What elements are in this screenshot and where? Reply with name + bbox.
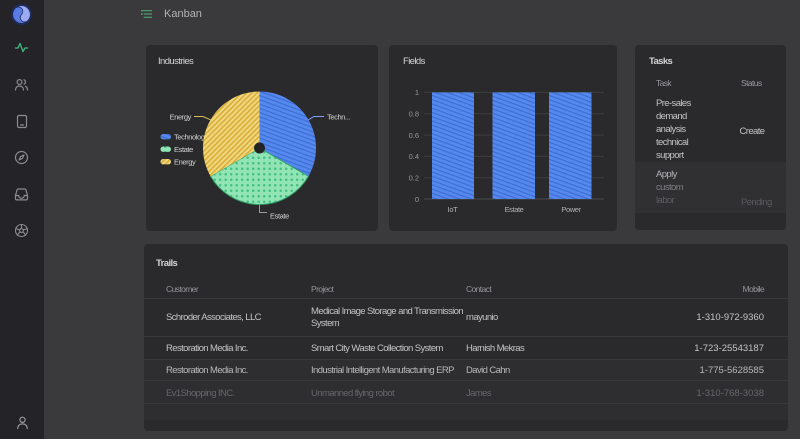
- svg-text:Estate: Estate: [174, 145, 193, 154]
- svg-text:Techn...: Techn...: [327, 113, 350, 122]
- svg-text:Technology: Technology: [174, 133, 209, 142]
- svg-text:0: 0: [415, 195, 419, 204]
- svg-text:Energy: Energy: [170, 113, 192, 122]
- svg-text:Energy: Energy: [174, 158, 196, 167]
- svg-text:1: 1: [415, 88, 419, 97]
- svg-text:0.4: 0.4: [409, 152, 419, 161]
- svg-text:0.8: 0.8: [409, 110, 419, 119]
- svg-text:Estate: Estate: [505, 205, 524, 214]
- svg-text:0.2: 0.2: [409, 174, 419, 183]
- svg-text:0.6: 0.6: [409, 131, 419, 140]
- svg-text:Estate: Estate: [270, 212, 289, 221]
- svg-text:IoT: IoT: [448, 205, 458, 214]
- svg-text:Power: Power: [561, 205, 581, 214]
